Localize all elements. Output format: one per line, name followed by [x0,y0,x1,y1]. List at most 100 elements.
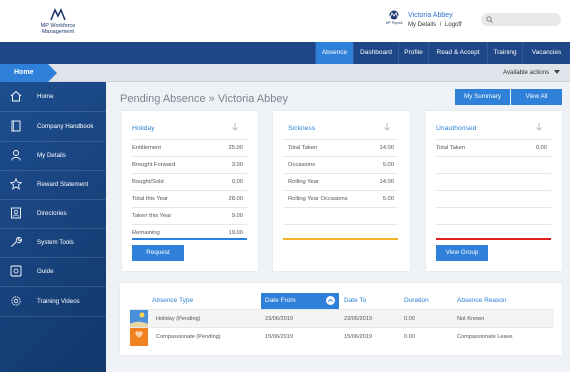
cell-absence-reason: Compassionate Leave [457,334,513,340]
sickness-title: Sickness [288,125,316,132]
header-duration[interactable]: Duration [404,293,452,309]
user-links: My Details / Logoff [408,22,462,28]
arrow-down-icon[interactable] [384,123,390,131]
sidebar-item-training-videos[interactable]: Training Videos [0,287,106,316]
sidebar-item-home[interactable]: Home [0,82,106,111]
guide-icon [10,265,22,277]
cell-date-from: 15/06/2019 [265,334,293,340]
sidebar-divider [0,316,106,317]
unauthorised-title: Unauthorised [436,125,477,132]
holiday-row: Brought Forward 3.00 [132,156,247,173]
gear-icon [11,296,21,306]
nav-dashboard[interactable]: Dashboard [353,42,398,64]
row-label: Brought Forward [132,162,176,168]
view-all-button[interactable]: View All [511,89,562,105]
user-name[interactable]: Victoria Abbey [408,12,453,19]
home-breadcrumb[interactable]: Home [0,64,48,82]
main-nav: Absence Dashboard Profile Read & Accept … [0,42,570,64]
sidebar-item-reward-statement[interactable]: Reward Statement [0,170,106,199]
unauthorised-row-empty [436,190,551,207]
cell-date-from: 23/06/2019 [265,316,293,322]
page-title: Pending Absence » Victoria Abbey [120,93,288,105]
cell-duration: 0.00 [404,334,415,340]
holiday-icon [130,312,148,328]
cell-duration: 0.00 [404,316,415,322]
table-row[interactable]: Compassionate (Pending) 15/06/2019 15/06… [130,327,554,346]
row-label: Total Taken [288,145,318,151]
breadcrumb-arrow [48,64,57,82]
sort-up-icon [326,296,335,305]
sickness-row: Occasions 5.00 [283,156,398,173]
holiday-title: Holiday [132,125,155,132]
nav-vacancies[interactable]: Vacancies [522,42,570,64]
header-date-to[interactable]: Date To [344,293,399,309]
holiday-row: Taken this Year 9.00 [132,207,247,224]
sidebar-item-directories[interactable]: Directories [0,199,106,228]
user-icon [11,150,21,161]
nav-absence[interactable]: Absence [315,42,353,64]
my-details-link[interactable]: My Details [408,22,436,28]
unauthorised-row-empty [436,207,551,224]
compassionate-icon [135,331,143,338]
cell-absence-type: Holiday (Pending) [156,316,201,322]
unauthorised-card: Unauthorised Total Taken 0.00 View Group [426,111,562,271]
unauthorised-row-empty [436,173,551,190]
sidebar-item-company-handbook[interactable]: Company Handbook [0,112,106,141]
absence-table: Absence Type Date From Date To Duration … [120,283,562,355]
nav-training[interactable]: Training [487,42,522,64]
row-label: Bought/Sold [132,179,164,185]
unauthorised-row-empty [436,156,551,173]
arrow-down-icon[interactable] [536,123,542,131]
sidebar-item-label: System Tools [37,239,74,246]
holiday-type-swatch [130,310,148,328]
logoff-link[interactable]: Logoff [445,22,462,28]
row-value: 5.00 [382,162,394,168]
my-summary-button[interactable]: My Summary [455,89,510,105]
sidebar-item-guide[interactable]: Guide [0,257,106,286]
header-absence-reason[interactable]: Absence Reason [457,293,547,309]
chevron-down-icon [554,70,560,75]
view-group-button[interactable]: View Group [436,245,488,261]
nav-read-accept[interactable]: Read & Accept [428,42,487,64]
row-label: Rolling Year [288,179,319,185]
row-label: Entitlement [132,145,161,151]
cell-absence-reason: Not Known [457,316,485,322]
row-value: 0.00 [231,179,243,185]
user-logo-mark-icon [389,10,399,20]
sidebar-item-label: Reward Statement [37,181,89,188]
holiday-progress-bar [132,238,247,240]
sickness-row: Total Taken 14.00 [283,139,398,156]
sidebar-item-my-details[interactable]: My Details [0,141,106,170]
cell-date-to: 15/06/2019 [344,334,372,340]
sickness-row: Rolling Year Occasions 5.00 [283,190,398,207]
row-value: 28.00 [228,196,243,202]
top-header: MP Workforce Management MP Payroll Victo… [0,0,570,42]
header-date-from[interactable]: Date From [261,293,339,309]
available-actions-label: Available actions [502,69,550,76]
user-company-logo: MP Payroll [383,10,405,34]
company-logo[interactable]: MP Workforce Management [28,8,88,36]
holiday-card: Holiday Entitlement 25.00 Brought Forward… [122,111,258,271]
sidebar: Home Company Handbook My Details Reward … [0,82,106,372]
sidebar-item-label: Training Videos [37,298,80,305]
arrow-down-icon[interactable] [232,123,238,131]
sidebar-item-system-tools[interactable]: System Tools [0,228,106,257]
wrench-icon [11,236,22,247]
request-button[interactable]: Request [132,245,184,261]
unauthorised-row: Total Taken 0.00 [436,139,551,156]
search-input[interactable] [481,13,561,26]
row-label: Occasions [288,162,316,168]
link-separator: / [439,22,442,28]
row-value: 3.00 [231,162,243,168]
row-value: 0.00 [535,145,547,151]
sidebar-item-label: Directories [37,210,67,217]
sickness-progress-bar [283,238,398,240]
cell-date-to: 23/06/2019 [344,316,372,322]
breadcrumb-bar: Home Available actions [0,64,570,82]
header-absence-type[interactable]: Absence Type [152,293,252,309]
nav-profile[interactable]: Profile [398,42,428,64]
available-actions-dropdown[interactable]: Available actions [503,64,560,82]
sidebar-item-label: My Details [37,152,66,159]
sickness-row: Rolling Year 14.00 [283,173,398,190]
table-row[interactable]: Holiday (Pending) 23/06/2019 23/06/2019 … [130,309,554,328]
